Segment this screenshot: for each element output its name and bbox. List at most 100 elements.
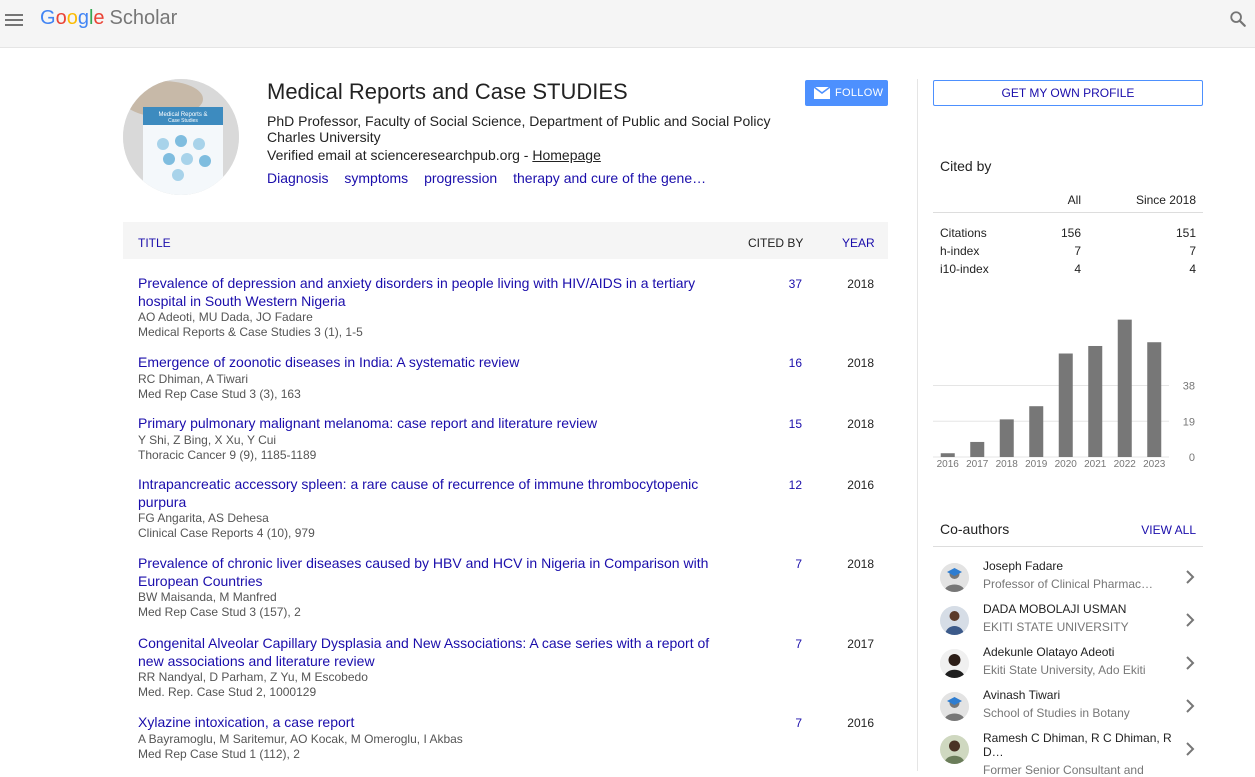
chart-bar-2023[interactable]: [1147, 342, 1162, 457]
logo-letter: o: [55, 7, 67, 29]
coauthor-name: Avinash Tiwari: [983, 688, 1061, 702]
article-venue: Med Rep Case Stud 3 (157), 2: [138, 605, 301, 619]
coauthor-item[interactable]: Adekunle Olatayo Adeoti Ekiti State Univ…: [933, 643, 1203, 685]
article-title[interactable]: Congenital Alveolar Capillary Dysplasia …: [138, 635, 728, 670]
coauthors-title: Co-authors: [940, 521, 1010, 537]
stat-label: Citations: [940, 226, 987, 240]
article-venue: Med Rep Case Stud 1 (112), 2: [138, 746, 300, 761]
menu-icon[interactable]: [5, 11, 23, 27]
article-authors: BW Maisanda, M Manfred: [138, 590, 277, 604]
coauthor-item[interactable]: Ramesh C Dhiman, R C Dhiman, R D… Former…: [933, 729, 1203, 777]
interest-link[interactable]: progression: [424, 170, 497, 186]
coauthor-affiliation: Ekiti State University, Ado Ekiti: [983, 663, 1146, 677]
column-divider: [917, 79, 918, 771]
stat-all: 156: [1060, 226, 1081, 240]
interest-link[interactable]: therapy and cure of the gene…: [513, 170, 706, 186]
article-authors: A Bayramoglu, M Saritemur, AO Kocak, M O…: [138, 731, 463, 746]
search-icon[interactable]: [1229, 10, 1247, 28]
cited-by-count[interactable]: 7: [768, 637, 802, 651]
citations-per-year-chart: 0 19 38 2016 2017 2018 2019 2020 2021 2022 2023: [933, 319, 1195, 470]
x-tick-label: 2020: [1055, 459, 1078, 470]
cited-by-title: Cited by: [940, 158, 992, 174]
coauthor-avatar: [940, 692, 969, 721]
article-title[interactable]: Emergence of zoonotic diseases in India:…: [138, 354, 728, 372]
chart-bar-2021[interactable]: [1088, 345, 1103, 457]
article-venue: Clinical Case Reports 4 (10), 979: [138, 526, 315, 540]
verified-email: Verified email at scienceresearchpub.org…: [267, 147, 601, 163]
interest-link[interactable]: symptoms: [344, 170, 408, 186]
chart-bar-2020[interactable]: [1058, 353, 1073, 457]
table-row: Prevalence of depression and anxiety dis…: [138, 275, 878, 340]
sort-by-cited[interactable]: CITED BY: [748, 236, 803, 250]
stat-since: 7: [1189, 244, 1196, 258]
coauthor-name: Ramesh C Dhiman, R C Dhiman, R D…: [983, 731, 1172, 759]
view-all-link[interactable]: VIEW ALL: [1141, 523, 1196, 537]
stats-row: i10-index 4 4: [933, 259, 1203, 277]
coauthor-item[interactable]: Joseph Fadare Professor of Clinical Phar…: [933, 557, 1203, 599]
coauthor-avatar: [940, 649, 969, 678]
article-year: 2018: [847, 356, 874, 370]
table-row: Emergence of zoonotic diseases in India:…: [138, 354, 878, 402]
article-title[interactable]: Prevalence of chronic liver diseases cau…: [138, 555, 728, 590]
coauthor-item[interactable]: DADA MOBOLAJI USMAN EKITI STATE UNIVERSI…: [933, 600, 1203, 642]
cited-by-count[interactable]: 15: [768, 417, 802, 431]
coauthors-header: Co-authors VIEW ALL: [933, 510, 1203, 547]
x-tick-label: 2022: [1114, 459, 1137, 470]
table-row: Intrapancreatic accessory spleen: a rare…: [138, 476, 878, 541]
article-title[interactable]: Xylazine intoxication, a case report: [138, 714, 728, 732]
logo-letter: g: [77, 7, 89, 29]
article-title[interactable]: Primary pulmonary malignant melanoma: ca…: [138, 415, 728, 433]
cited-by-count[interactable]: 12: [768, 478, 802, 492]
homepage-link[interactable]: Homepage: [532, 147, 601, 163]
interest-link[interactable]: Diagnosis: [267, 170, 328, 186]
follow-button[interactable]: FOLLOW: [805, 80, 888, 106]
logo-letter: o: [66, 7, 78, 29]
citation-stats-table: All Since 2018 Citations 156 151 h-index…: [933, 186, 1203, 277]
sort-by-year[interactable]: YEAR: [842, 236, 875, 250]
article-authors: RC Dhiman, A Tiwari: [138, 371, 249, 386]
stat-since: 4: [1189, 262, 1196, 276]
profile-affiliation: PhD Professor, Faculty of Social Science…: [267, 113, 771, 129]
cited-by-count[interactable]: 7: [768, 557, 802, 571]
chart-bar-2017[interactable]: [970, 441, 985, 457]
article-title[interactable]: Prevalence of depression and anxiety dis…: [138, 275, 728, 310]
coauthor-name: Joseph Fadare: [983, 559, 1064, 573]
coauthor-name: DADA MOBOLAJI USMAN: [983, 602, 1127, 616]
chevron-right-icon: [1186, 570, 1195, 584]
chevron-right-icon: [1186, 656, 1195, 670]
article-year: 2017: [847, 637, 874, 651]
x-tick-label: 2019: [1025, 459, 1048, 470]
table-row: Prevalence of chronic liver diseases cau…: [138, 555, 878, 620]
profile-avatar: Medical Reports & Case Studies: [123, 79, 239, 195]
article-year: 2018: [847, 417, 874, 431]
articles-table-header: TITLE CITED BY YEAR: [123, 222, 888, 259]
stat-label: h-index: [940, 244, 980, 258]
profile-institution: Charles University: [267, 129, 381, 145]
article-authors: Y Shi, Z Bing, X Xu, Y Cui: [138, 432, 277, 447]
cited-by-count[interactable]: 7: [768, 716, 802, 730]
chart-bar-2022[interactable]: [1117, 319, 1132, 457]
stat-all: 7: [1074, 244, 1081, 258]
table-row: Primary pulmonary malignant melanoma: ca…: [138, 415, 878, 463]
chart-bar-2018[interactable]: [999, 419, 1014, 457]
x-tick-label: 2017: [966, 459, 989, 470]
chart-bar-2016[interactable]: [940, 453, 955, 457]
article-authors: AO Adeoti, MU Dada, JO Fadare: [138, 310, 313, 324]
article-venue: Med Rep Case Stud 3 (3), 163: [138, 386, 301, 401]
y-tick-label: 0: [1189, 452, 1195, 464]
sort-by-title[interactable]: TITLE: [138, 236, 171, 250]
chart-bar-2019[interactable]: [1029, 406, 1044, 457]
cited-by-count[interactable]: 16: [768, 356, 802, 370]
x-tick-label: 2023: [1143, 459, 1166, 470]
article-venue: Med. Rep. Case Stud 2, 1000129: [138, 685, 317, 699]
coauthor-avatar: [940, 606, 969, 635]
google-scholar-logo[interactable]: Google Scholar: [40, 7, 177, 30]
article-authors: RR Nandyal, D Parham, Z Yu, M Escobedo: [138, 670, 368, 684]
coauthor-avatar: [940, 563, 969, 592]
follow-label: FOLLOW: [835, 87, 884, 99]
verified-email-text: Verified email at scienceresearchpub.org…: [267, 147, 533, 163]
cited-by-count[interactable]: 37: [768, 277, 802, 291]
coauthor-item[interactable]: Avinash Tiwari School of Studies in Bota…: [933, 686, 1203, 728]
article-title[interactable]: Intrapancreatic accessory spleen: a rare…: [138, 476, 728, 511]
get-my-own-profile-button[interactable]: GET MY OWN PROFILE: [933, 80, 1203, 106]
